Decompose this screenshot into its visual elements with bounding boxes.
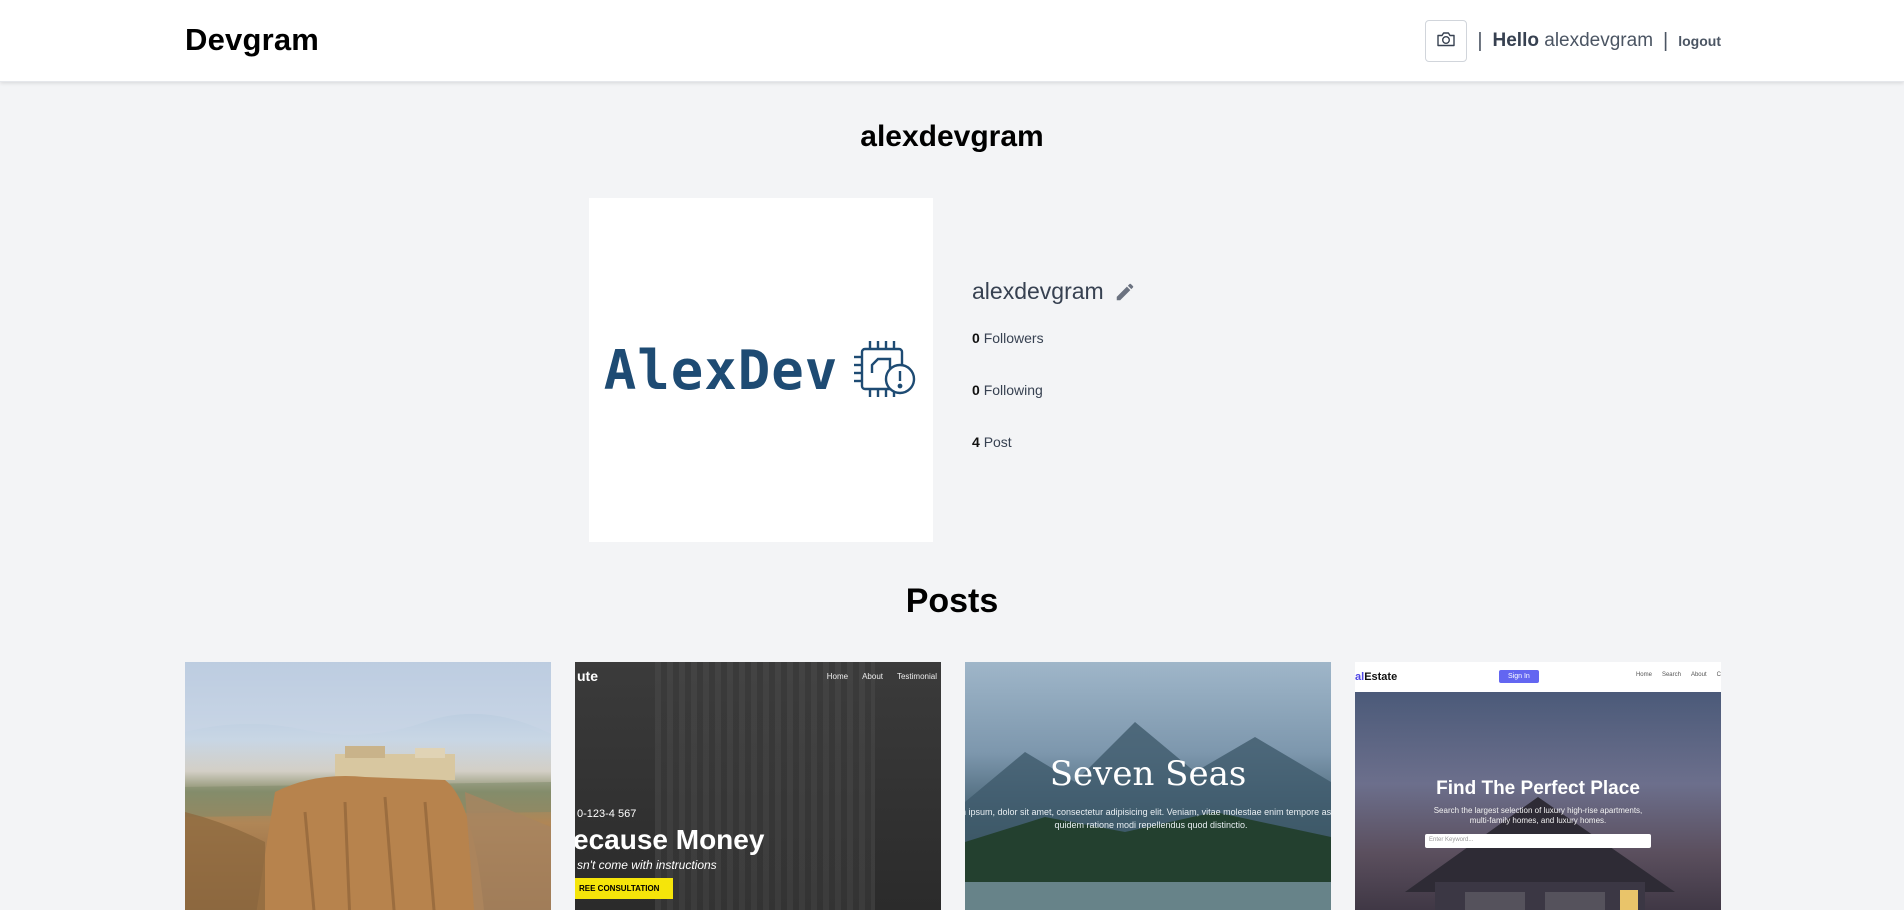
- followers-count: 0: [972, 330, 980, 346]
- posts-stat: 4 Post: [972, 434, 1012, 450]
- post-thumbnail[interactable]: alEstate Sign In Home Search About C Fin…: [1355, 662, 1721, 910]
- building-image: [655, 662, 875, 910]
- posts-count: 4: [972, 434, 980, 450]
- house-illustration: [1405, 797, 1675, 910]
- site-title: Seven Seas: [1049, 754, 1247, 794]
- site-nav-item: Home: [1635, 672, 1652, 678]
- site-signin-button: Sign In: [1499, 670, 1539, 683]
- post-thumbnail[interactable]: [185, 662, 551, 910]
- new-post-button[interactable]: [1425, 20, 1468, 62]
- post-thumbnail[interactable]: Seven Seas n ipsum, dolor sit amet, cons…: [965, 662, 1331, 910]
- user-nav: | Hello alexdevgram | logout: [1425, 20, 1721, 62]
- following-stat: 0 Following: [972, 382, 1043, 398]
- post-thumbnail[interactable]: ute Home About Testimonial 0-123-4 567 e…: [575, 662, 941, 910]
- posts-heading: Posts: [905, 582, 999, 620]
- site-search-field: Enter Keyword...: [1425, 834, 1651, 848]
- site-subheadline: Search the largest selection of luxury h…: [1355, 806, 1721, 826]
- profile-info: alexdevgram 0 Followers 0 Following 4 Po…: [972, 278, 1136, 450]
- profile-username: alexdevgram: [972, 278, 1104, 304]
- posts-label: Post: [983, 434, 1012, 450]
- site-phone: 0-123-4 567: [577, 808, 637, 820]
- site-nav-item: C: [1716, 672, 1721, 678]
- site-nav-item: About: [1690, 672, 1707, 678]
- brand-logo[interactable]: Devgram: [185, 22, 319, 58]
- avatar: AlexDev: [589, 198, 933, 542]
- site-nav: Home Search About C: [1636, 672, 1721, 678]
- logout-link[interactable]: logout: [1678, 33, 1721, 49]
- following-label: Following: [983, 382, 1043, 398]
- following-count: 0: [972, 382, 980, 398]
- followers-stat: 0 Followers: [972, 330, 1044, 346]
- site-logo-text: ute: [577, 668, 598, 684]
- site-cta: REE CONSULTATION: [575, 878, 674, 899]
- site-headline: Find The Perfect Place: [1436, 778, 1640, 799]
- top-navbar: Devgram | Hello alexdevgram | logout: [0, 0, 1904, 82]
- greeting-label: Hello: [1492, 30, 1539, 51]
- site-subheadline-line: Search the largest selection of luxury h…: [1433, 806, 1643, 815]
- site-nav: Home About Testimonial: [827, 672, 937, 681]
- nav-separator: |: [1477, 29, 1483, 52]
- avatar-logo-text: AlexDev: [603, 338, 839, 402]
- site-body-line: n ipsum, dolor sit amet, consectetur adi…: [965, 807, 1331, 817]
- site-brand-suffix: Estate: [1364, 671, 1398, 683]
- username-row: alexdevgram: [972, 278, 1136, 305]
- profile-title: alexdevgram: [860, 120, 1044, 153]
- site-body-line: quidem ratione modi repellendus quod dis…: [1054, 820, 1248, 830]
- nav-separator: |: [1663, 29, 1669, 52]
- pencil-icon[interactable]: [1114, 281, 1136, 303]
- camera-icon: [1436, 30, 1456, 53]
- cliff-town-image: [185, 662, 551, 910]
- chip-alert-icon: [848, 335, 918, 405]
- site-brand: alEstate: [1355, 671, 1397, 683]
- site-nav-item: Search: [1661, 672, 1681, 678]
- greeting: Hello alexdevgram: [1493, 30, 1654, 52]
- site-headline: ecause Money: [575, 824, 765, 855]
- site-nav-item: Home: [826, 672, 849, 681]
- site-brand-prefix: al: [1355, 671, 1365, 683]
- posts-grid: ute Home About Testimonial 0-123-4 567 e…: [185, 662, 1721, 910]
- site-subheadline: sn't come with instructions: [577, 858, 717, 872]
- site-nav-item: About: [862, 672, 883, 681]
- site-body-text: n ipsum, dolor sit amet, consectetur adi…: [965, 806, 1331, 832]
- site-subheadline-line: multi-family homes, and luxury homes.: [1469, 816, 1607, 825]
- site-nav-item: Testimonial: [896, 672, 937, 681]
- greeting-username[interactable]: alexdevgram: [1544, 30, 1653, 51]
- followers-label: Followers: [983, 330, 1044, 346]
